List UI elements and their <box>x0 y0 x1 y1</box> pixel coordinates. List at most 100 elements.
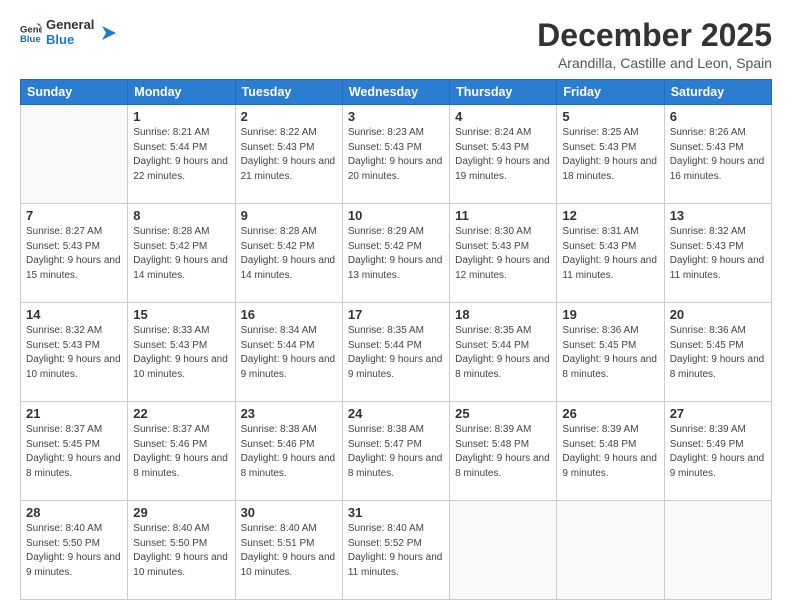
cell-sun-info: Sunrise: 8:21 AMSunset: 5:44 PMDaylight:… <box>133 126 229 184</box>
day-number: 19 <box>562 307 658 322</box>
day-number: 11 <box>455 208 551 223</box>
calendar-table: SundayMondayTuesdayWednesdayThursdayFrid… <box>20 79 772 600</box>
weekday-header-saturday: Saturday <box>664 80 771 105</box>
day-number: 1 <box>133 109 229 124</box>
day-number: 23 <box>241 406 337 421</box>
day-number: 2 <box>241 109 337 124</box>
cell-sun-info: Sunrise: 8:31 AMSunset: 5:43 PMDaylight:… <box>562 225 658 283</box>
day-number: 22 <box>133 406 229 421</box>
day-number: 27 <box>670 406 766 421</box>
calendar-header-row: SundayMondayTuesdayWednesdayThursdayFrid… <box>21 80 772 105</box>
calendar-cell: 3 Sunrise: 8:23 AMSunset: 5:43 PMDaylight… <box>342 105 449 204</box>
day-number: 18 <box>455 307 551 322</box>
calendar-cell: 8Sunrise: 8:28 AMSunset: 5:42 PMDaylight… <box>128 204 235 303</box>
calendar-cell: 5 Sunrise: 8:25 AMSunset: 5:43 PMDaylight… <box>557 105 664 204</box>
cell-sun-info: Sunrise: 8:39 AMSunset: 5:48 PMDaylight:… <box>562 423 658 481</box>
day-number: 16 <box>241 307 337 322</box>
day-number: 24 <box>348 406 444 421</box>
cell-sun-info: Sunrise: 8:39 AMSunset: 5:49 PMDaylight:… <box>670 423 766 481</box>
cell-sun-info: Sunrise: 8:23 AMSunset: 5:43 PMDaylight:… <box>348 126 444 184</box>
day-number: 5 <box>562 109 658 124</box>
calendar-cell: 23 Sunrise: 8:38 AMSunset: 5:46 PMDayligh… <box>235 402 342 501</box>
weekday-header-sunday: Sunday <box>21 80 128 105</box>
calendar-week-row: 1 Sunrise: 8:21 AMSunset: 5:44 PMDaylight… <box>21 105 772 204</box>
day-number: 13 <box>670 208 766 223</box>
day-number: 7 <box>26 208 122 223</box>
calendar-cell: 13 Sunrise: 8:32 AMSunset: 5:43 PMDayligh… <box>664 204 771 303</box>
cell-sun-info: Sunrise: 8:36 AMSunset: 5:45 PMDaylight:… <box>670 324 766 382</box>
page: General Blue General Blue December 2025 … <box>0 0 792 612</box>
calendar-cell <box>450 501 557 600</box>
cell-sun-info: Sunrise: 8:33 AMSunset: 5:43 PMDaylight:… <box>133 324 229 382</box>
cell-sun-info: Sunrise: 8:40 AMSunset: 5:50 PMDaylight:… <box>26 522 122 580</box>
calendar-week-row: 7 Sunrise: 8:27 AMSunset: 5:43 PMDaylight… <box>21 204 772 303</box>
day-number: 26 <box>562 406 658 421</box>
cell-sun-info: Sunrise: 8:32 AMSunset: 5:43 PMDaylight:… <box>26 324 122 382</box>
calendar-cell: 31Sunrise: 8:40 AMSunset: 5:52 PMDayligh… <box>342 501 449 600</box>
calendar-cell: 30Sunrise: 8:40 AMSunset: 5:51 PMDayligh… <box>235 501 342 600</box>
calendar-week-row: 21 Sunrise: 8:37 AMSunset: 5:45 PMDayligh… <box>21 402 772 501</box>
calendar-cell <box>664 501 771 600</box>
cell-sun-info: Sunrise: 8:37 AMSunset: 5:46 PMDaylight:… <box>133 423 229 481</box>
weekday-header-thursday: Thursday <box>450 80 557 105</box>
calendar-week-row: 28Sunrise: 8:40 AMSunset: 5:50 PMDayligh… <box>21 501 772 600</box>
calendar-cell: 15 Sunrise: 8:33 AMSunset: 5:43 PMDayligh… <box>128 303 235 402</box>
cell-sun-info: Sunrise: 8:32 AMSunset: 5:43 PMDaylight:… <box>670 225 766 283</box>
calendar-cell: 14 Sunrise: 8:32 AMSunset: 5:43 PMDayligh… <box>21 303 128 402</box>
calendar-cell: 2 Sunrise: 8:22 AMSunset: 5:43 PMDaylight… <box>235 105 342 204</box>
calendar-cell: 6Sunrise: 8:26 AMSunset: 5:43 PMDaylight… <box>664 105 771 204</box>
day-number: 15 <box>133 307 229 322</box>
logo-general: General <box>46 18 94 33</box>
logo-arrow-icon <box>98 24 116 42</box>
calendar-cell: 27 Sunrise: 8:39 AMSunset: 5:49 PMDayligh… <box>664 402 771 501</box>
location-subtitle: Arandilla, Castille and Leon, Spain <box>537 55 772 71</box>
cell-sun-info: Sunrise: 8:39 AMSunset: 5:48 PMDaylight:… <box>455 423 551 481</box>
cell-sun-info: Sunrise: 8:40 AMSunset: 5:52 PMDaylight:… <box>348 522 444 580</box>
cell-sun-info: Sunrise: 8:30 AMSunset: 5:43 PMDaylight:… <box>455 225 551 283</box>
calendar-cell: 28Sunrise: 8:40 AMSunset: 5:50 PMDayligh… <box>21 501 128 600</box>
cell-sun-info: Sunrise: 8:34 AMSunset: 5:44 PMDaylight:… <box>241 324 337 382</box>
cell-sun-info: Sunrise: 8:28 AMSunset: 5:42 PMDaylight:… <box>241 225 337 283</box>
day-number: 6 <box>670 109 766 124</box>
calendar-cell: 20 Sunrise: 8:36 AMSunset: 5:45 PMDayligh… <box>664 303 771 402</box>
day-number: 10 <box>348 208 444 223</box>
day-number: 8 <box>133 208 229 223</box>
cell-sun-info: Sunrise: 8:27 AMSunset: 5:43 PMDaylight:… <box>26 225 122 283</box>
day-number: 20 <box>670 307 766 322</box>
day-number: 14 <box>26 307 122 322</box>
calendar-cell: 26 Sunrise: 8:39 AMSunset: 5:48 PMDayligh… <box>557 402 664 501</box>
cell-sun-info: Sunrise: 8:25 AMSunset: 5:43 PMDaylight:… <box>562 126 658 184</box>
calendar-cell: 9Sunrise: 8:28 AMSunset: 5:42 PMDaylight… <box>235 204 342 303</box>
weekday-header-friday: Friday <box>557 80 664 105</box>
calendar-cell: 25 Sunrise: 8:39 AMSunset: 5:48 PMDayligh… <box>450 402 557 501</box>
calendar-cell <box>21 105 128 204</box>
weekday-header-monday: Monday <box>128 80 235 105</box>
calendar-cell: 24 Sunrise: 8:38 AMSunset: 5:47 PMDayligh… <box>342 402 449 501</box>
title-block: December 2025 Arandilla, Castille and Le… <box>537 18 772 71</box>
calendar-cell: 19Sunrise: 8:36 AMSunset: 5:45 PMDayligh… <box>557 303 664 402</box>
calendar-cell: 29Sunrise: 8:40 AMSunset: 5:50 PMDayligh… <box>128 501 235 600</box>
cell-sun-info: Sunrise: 8:35 AMSunset: 5:44 PMDaylight:… <box>455 324 551 382</box>
svg-text:Blue: Blue <box>20 34 41 44</box>
calendar-cell: 17 Sunrise: 8:35 AMSunset: 5:44 PMDayligh… <box>342 303 449 402</box>
weekday-header-wednesday: Wednesday <box>342 80 449 105</box>
cell-sun-info: Sunrise: 8:24 AMSunset: 5:43 PMDaylight:… <box>455 126 551 184</box>
day-number: 3 <box>348 109 444 124</box>
calendar-cell: 7 Sunrise: 8:27 AMSunset: 5:43 PMDaylight… <box>21 204 128 303</box>
calendar-cell: 4Sunrise: 8:24 AMSunset: 5:43 PMDaylight… <box>450 105 557 204</box>
cell-sun-info: Sunrise: 8:38 AMSunset: 5:46 PMDaylight:… <box>241 423 337 481</box>
day-number: 17 <box>348 307 444 322</box>
cell-sun-info: Sunrise: 8:40 AMSunset: 5:51 PMDaylight:… <box>241 522 337 580</box>
calendar-cell: 21 Sunrise: 8:37 AMSunset: 5:45 PMDayligh… <box>21 402 128 501</box>
calendar-cell: 1 Sunrise: 8:21 AMSunset: 5:44 PMDaylight… <box>128 105 235 204</box>
cell-sun-info: Sunrise: 8:38 AMSunset: 5:47 PMDaylight:… <box>348 423 444 481</box>
cell-sun-info: Sunrise: 8:22 AMSunset: 5:43 PMDaylight:… <box>241 126 337 184</box>
logo-icon: General Blue <box>20 22 42 44</box>
day-number: 25 <box>455 406 551 421</box>
day-number: 21 <box>26 406 122 421</box>
day-number: 29 <box>133 505 229 520</box>
calendar-week-row: 14 Sunrise: 8:32 AMSunset: 5:43 PMDayligh… <box>21 303 772 402</box>
cell-sun-info: Sunrise: 8:35 AMSunset: 5:44 PMDaylight:… <box>348 324 444 382</box>
cell-sun-info: Sunrise: 8:37 AMSunset: 5:45 PMDaylight:… <box>26 423 122 481</box>
calendar-cell: 11 Sunrise: 8:30 AMSunset: 5:43 PMDayligh… <box>450 204 557 303</box>
